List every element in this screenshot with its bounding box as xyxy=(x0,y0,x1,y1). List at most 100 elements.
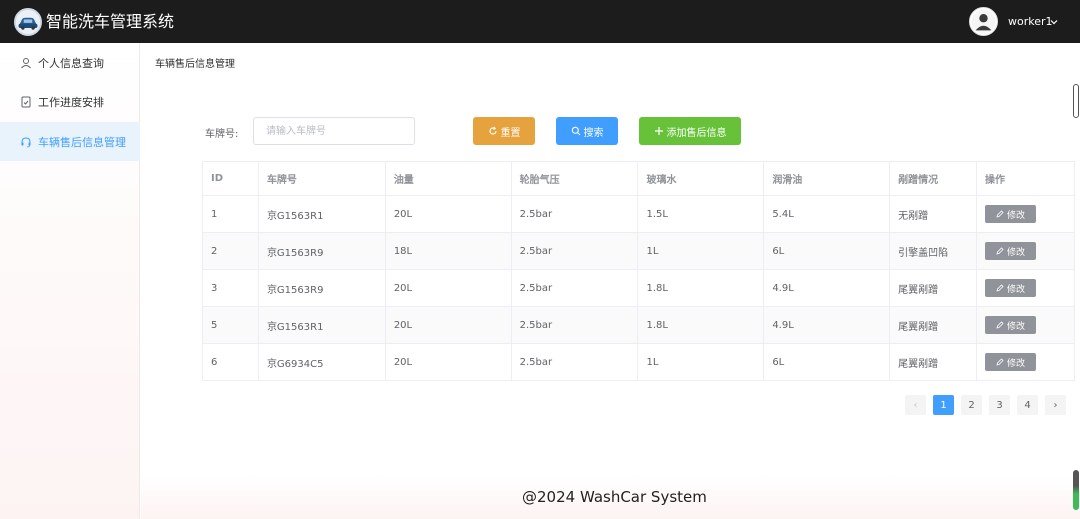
table-row: 3 京G1563R9 20L 2.5bar 1.8L 4.9L 尾翼剐蹭 修改 xyxy=(202,269,1075,307)
cell-fuel: 20L xyxy=(385,343,512,381)
edit-button[interactable]: 修改 xyxy=(985,316,1037,334)
cell-plate: 京G1563R9 xyxy=(258,232,386,270)
edit-icon xyxy=(996,247,1004,255)
cell-scratch: 无剐蹭 xyxy=(889,195,978,233)
cell-action: 修改 xyxy=(976,195,1075,233)
cell-plate: 京G6934C5 xyxy=(258,343,386,381)
table-header-row: ID 车牌号 油量 轮胎气压 玻璃水 润滑油 剐蹭情况 操作 xyxy=(202,161,1075,196)
cell-tire: 2.5bar xyxy=(511,269,639,307)
cell-action: 修改 xyxy=(976,232,1075,270)
edit-button-label: 修改 xyxy=(1007,209,1026,220)
main-content: 车辆售后信息管理 车牌号: 重置 搜索 添加售后信息 ID 车牌号 油量 轮胎气… xyxy=(141,43,1080,519)
plate-search-label: 车牌号: xyxy=(205,129,239,140)
sidebar-item-label: 车辆售后信息管理 xyxy=(38,135,126,149)
cell-washer: 1.8L xyxy=(637,269,765,307)
edit-button-label: 修改 xyxy=(1007,246,1026,257)
cell-scratch: 尾翼剐蹭 xyxy=(889,306,978,344)
cell-plate: 京G1563R9 xyxy=(258,269,386,307)
table-row: 1 京G1563R1 20L 2.5bar 1.5L 5.4L 无剐蹭 修改 xyxy=(202,195,1075,233)
column-header: 操作 xyxy=(976,161,1075,196)
cell-washer: 1.5L xyxy=(637,195,765,233)
cell-action: 修改 xyxy=(976,269,1075,307)
search-button[interactable]: 搜索 xyxy=(556,117,618,145)
sidebar-item-label: 个人信息查询 xyxy=(38,56,104,70)
reset-button[interactable]: 重置 xyxy=(473,117,535,145)
table-row: 6 京G6934C5 20L 2.5bar 1L 6L 尾翼剐蹭 修改 xyxy=(202,343,1075,381)
search-icon xyxy=(571,126,580,136)
cell-id: 6 xyxy=(202,343,259,381)
scrollbar-indicator[interactable] xyxy=(1073,470,1079,510)
plate-search-input[interactable] xyxy=(253,117,415,145)
username[interactable]: worker1 xyxy=(1008,15,1053,29)
edit-button-label: 修改 xyxy=(1007,320,1026,331)
headset-icon xyxy=(21,136,31,147)
user-avatar-icon[interactable] xyxy=(969,7,998,36)
after-sales-table: ID 车牌号 油量 轮胎气压 玻璃水 润滑油 剐蹭情况 操作 1 京G1563R… xyxy=(202,161,1075,381)
pagination-page-4[interactable]: 4 xyxy=(1017,395,1038,415)
search-button-label: 搜索 xyxy=(583,127,604,139)
cell-washer: 1.8L xyxy=(637,306,765,344)
column-header: ID xyxy=(202,161,259,196)
plus-icon xyxy=(654,127,663,135)
cell-lube: 6L xyxy=(763,343,891,381)
car-logo-icon xyxy=(14,8,42,36)
cell-tire: 2.5bar xyxy=(511,232,639,270)
user-icon xyxy=(21,57,31,68)
add-after-sales-button[interactable]: 添加售后信息 xyxy=(639,117,741,145)
cell-lube: 6L xyxy=(763,232,891,270)
cell-scratch: 引擎盖凹陷 xyxy=(889,232,978,270)
add-button-label: 添加售后信息 xyxy=(666,127,727,139)
sidebar-item-work-schedule[interactable]: 工作进度安排 xyxy=(0,82,140,121)
column-header: 车牌号 xyxy=(258,161,386,196)
pagination-page-2[interactable]: 2 xyxy=(961,395,982,415)
chevron-down-icon[interactable] xyxy=(1049,17,1059,27)
cell-lube: 5.4L xyxy=(763,195,891,233)
cell-tire: 2.5bar xyxy=(511,195,639,233)
document-check-icon xyxy=(21,96,31,107)
cell-plate: 京G1563R1 xyxy=(258,306,386,344)
column-header: 轮胎气压 xyxy=(511,161,639,196)
cell-id: 1 xyxy=(202,195,259,233)
cell-fuel: 20L xyxy=(385,195,512,233)
sidebar-item-after-sales[interactable]: 车辆售后信息管理 xyxy=(0,122,140,161)
cell-tire: 2.5bar xyxy=(511,343,639,381)
reset-button-label: 重置 xyxy=(500,127,521,139)
sidebar: 个人信息查询 工作进度安排 车辆售后信息管理 xyxy=(0,43,140,519)
pagination-prev-button[interactable]: ‹ xyxy=(905,395,926,415)
edit-icon xyxy=(996,284,1004,292)
pagination-page-1[interactable]: 1 xyxy=(933,395,954,415)
table-row: 5 京G1563R1 20L 2.5bar 1.8L 4.9L 尾翼剐蹭 修改 xyxy=(202,306,1075,344)
breadcrumb: 车辆售后信息管理 xyxy=(155,59,235,70)
footer-copyright: @2024 WashCar System xyxy=(522,488,707,506)
edit-button-label: 修改 xyxy=(1007,283,1026,294)
edit-button-label: 修改 xyxy=(1007,357,1026,368)
cell-tire: 2.5bar xyxy=(511,306,639,344)
cell-washer: 1L xyxy=(637,343,765,381)
cell-action: 修改 xyxy=(976,306,1075,344)
cell-lube: 4.9L xyxy=(763,269,891,307)
column-header: 剐蹭情况 xyxy=(889,161,978,196)
sidebar-item-personal-info[interactable]: 个人信息查询 xyxy=(0,43,140,82)
cell-fuel: 20L xyxy=(385,306,512,344)
cell-fuel: 18L xyxy=(385,232,512,270)
cell-id: 3 xyxy=(202,269,259,307)
edit-button[interactable]: 修改 xyxy=(985,205,1037,223)
pagination-next-button[interactable]: › xyxy=(1045,395,1066,415)
edit-button[interactable]: 修改 xyxy=(985,242,1037,260)
footer: @2024 WashCar System xyxy=(141,476,1080,519)
cell-plate: 京G1563R1 xyxy=(258,195,386,233)
cell-action: 修改 xyxy=(976,343,1075,381)
cell-id: 5 xyxy=(202,306,259,344)
app-title: 智能洗车管理系统 xyxy=(46,12,175,31)
scrollbar-thumb[interactable] xyxy=(1073,84,1079,118)
pagination-page-3[interactable]: 3 xyxy=(989,395,1010,415)
column-header: 油量 xyxy=(385,161,512,196)
cell-fuel: 20L xyxy=(385,269,512,307)
table-row: 2 京G1563R9 18L 2.5bar 1L 6L 引擎盖凹陷 修改 xyxy=(202,232,1075,270)
edit-button[interactable]: 修改 xyxy=(985,353,1037,371)
edit-button[interactable]: 修改 xyxy=(985,279,1037,297)
cell-scratch: 尾翼剐蹭 xyxy=(889,343,978,381)
top-header: 智能洗车管理系统 worker1 xyxy=(0,0,1080,43)
edit-icon xyxy=(996,358,1004,366)
cell-washer: 1L xyxy=(637,232,765,270)
